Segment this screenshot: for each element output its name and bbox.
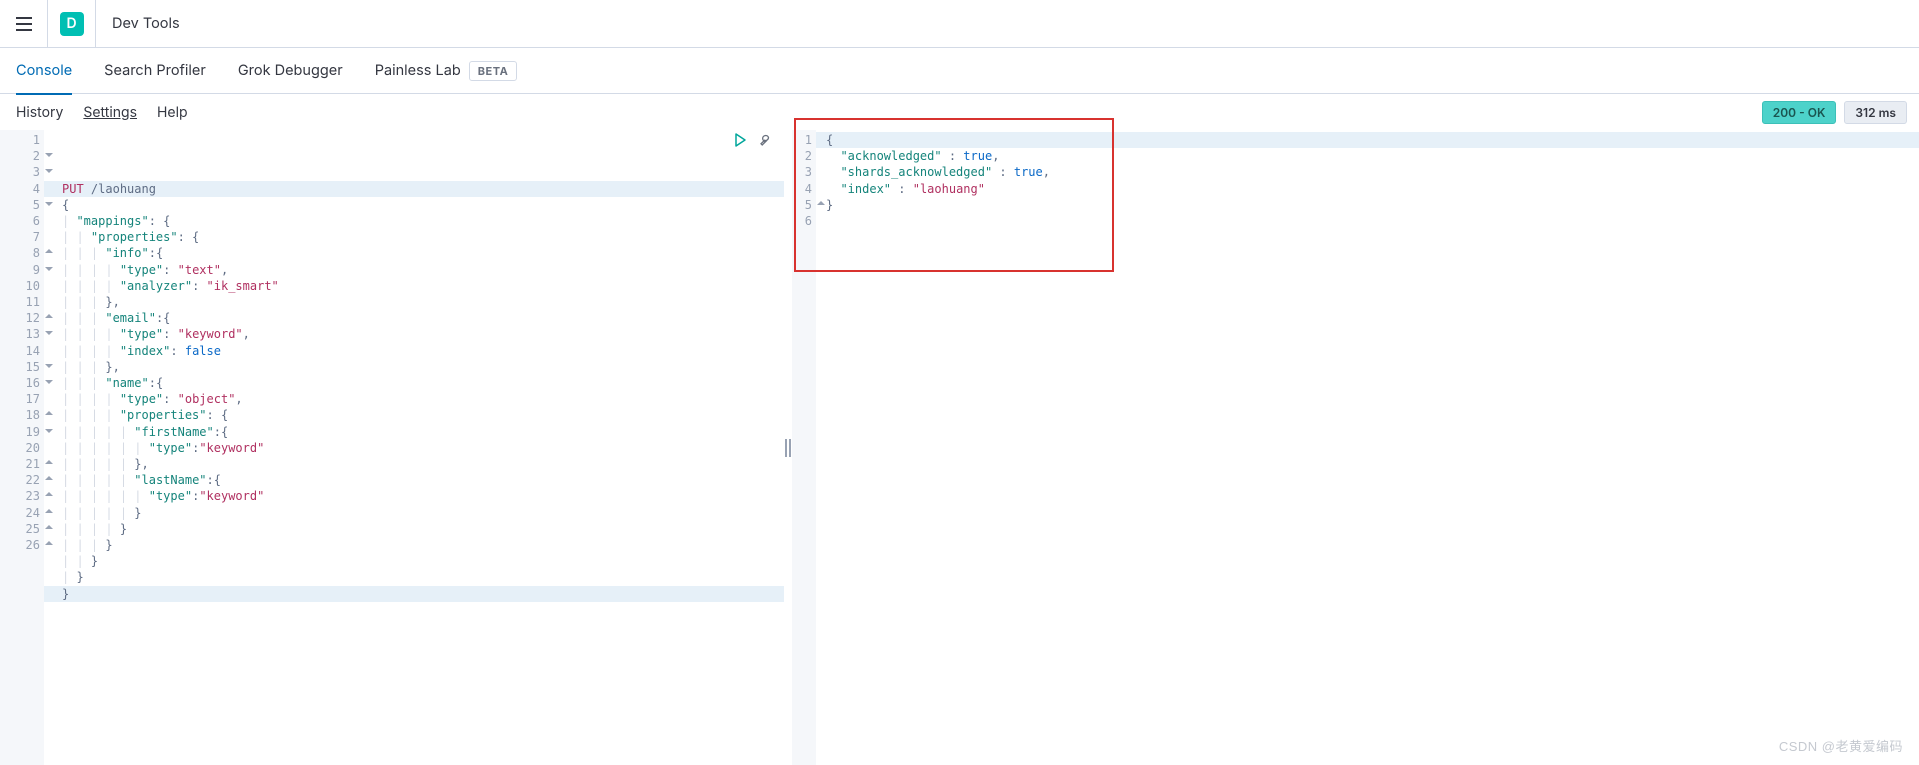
hamburger-icon bbox=[16, 17, 32, 31]
status-badge: 200 - OK bbox=[1762, 101, 1837, 124]
console-main: 1234567891011121314151617181920212223242… bbox=[0, 130, 1919, 765]
watermark: CSDN @老黄爱编码 bbox=[1779, 736, 1903, 755]
tab-console[interactable]: Console bbox=[16, 48, 72, 94]
tab-label: Console bbox=[16, 62, 72, 79]
tab-painless-lab[interactable]: Painless Lab BETA bbox=[375, 48, 518, 94]
history-link[interactable]: History bbox=[16, 104, 63, 121]
time-badge: 312 ms bbox=[1844, 101, 1907, 124]
tab-label: Search Profiler bbox=[104, 62, 206, 79]
settings-link[interactable]: Settings bbox=[83, 104, 137, 121]
app-badge[interactable]: D bbox=[48, 0, 96, 48]
app-header: D Dev Tools bbox=[0, 0, 1919, 48]
tab-label: Grok Debugger bbox=[238, 62, 343, 79]
pane-divider[interactable] bbox=[784, 130, 792, 765]
response-pane[interactable]: 123456 { "acknowledged" : true, "shards_… bbox=[792, 130, 1919, 765]
request-editor[interactable]: PUT /laohuang{| "mappings": {| | "proper… bbox=[44, 130, 784, 765]
hamburger-menu-button[interactable] bbox=[0, 0, 48, 48]
request-gutter: 1234567891011121314151617181920212223242… bbox=[0, 130, 44, 765]
console-subbar: History Settings Help 200 - OK 312 ms bbox=[0, 94, 1919, 130]
request-pane[interactable]: 1234567891011121314151617181920212223242… bbox=[0, 130, 784, 765]
play-icon[interactable] bbox=[732, 132, 748, 148]
tab-search-profiler[interactable]: Search Profiler bbox=[104, 48, 206, 94]
tab-bar: Console Search Profiler Grok Debugger Pa… bbox=[0, 48, 1919, 94]
tab-label: Painless Lab bbox=[375, 62, 461, 79]
wrench-icon[interactable] bbox=[758, 132, 774, 148]
drag-handle-icon bbox=[785, 439, 791, 457]
app-badge-letter: D bbox=[66, 15, 76, 32]
response-viewer: { "acknowledged" : true, "shards_acknowl… bbox=[816, 130, 1919, 765]
help-link[interactable]: Help bbox=[157, 104, 188, 121]
response-gutter: 123456 bbox=[792, 130, 816, 765]
tab-grok-debugger[interactable]: Grok Debugger bbox=[238, 48, 343, 94]
beta-badge: BETA bbox=[469, 61, 518, 81]
breadcrumb: Dev Tools bbox=[96, 15, 180, 32]
